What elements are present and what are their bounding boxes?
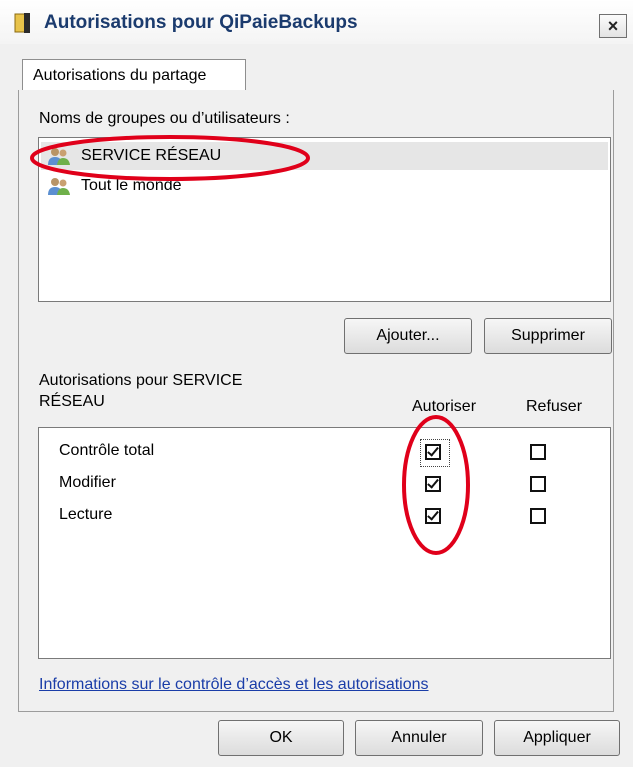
add-button[interactable]: Ajouter...: [344, 318, 472, 354]
list-item-label: Tout le monde: [81, 177, 182, 194]
permission-name: Contrôle total: [59, 442, 155, 459]
list-item-tout-le-monde[interactable]: Tout le monde: [41, 172, 608, 200]
users-listbox[interactable]: SERVICE RÉSEAU Tout le monde: [38, 137, 611, 302]
tab-label: Autorisations du partage: [33, 67, 207, 84]
users-label: Noms de groupes ou d’utilisateurs :: [39, 110, 290, 127]
title-bar[interactable]: Autorisations pour QiPaieBackups ×: [0, 0, 633, 44]
deny-checkbox[interactable]: [530, 444, 546, 460]
access-control-info-link[interactable]: Informations sur le contrôle d’accès et …: [39, 676, 429, 694]
permission-name: Lecture: [59, 506, 113, 523]
user-group-icon: [48, 178, 70, 195]
cancel-button[interactable]: Annuler: [355, 720, 483, 756]
permissions-label-line2: RÉSEAU: [39, 393, 105, 410]
remove-button[interactable]: Supprimer: [484, 318, 612, 354]
column-header-deny: Refuser: [526, 398, 583, 415]
permissions-list: Contrôle total Modifier Lecture: [38, 427, 611, 659]
user-group-icon: [48, 148, 70, 165]
allow-checkbox[interactable]: [425, 444, 441, 460]
list-item-label: SERVICE RÉSEAU: [81, 147, 222, 164]
allow-checkbox[interactable]: [425, 476, 441, 492]
list-item-service-reseau[interactable]: SERVICE RÉSEAU: [41, 142, 608, 170]
folder-share-icon: [14, 13, 30, 33]
deny-checkbox[interactable]: [530, 476, 546, 492]
allow-checkbox[interactable]: [425, 508, 441, 524]
deny-checkbox[interactable]: [530, 508, 546, 524]
column-header-allow: Autoriser: [412, 398, 477, 415]
permissions-label-line1: Autorisations pour SERVICE: [39, 372, 243, 389]
close-icon: ×: [607, 16, 619, 36]
tab-share-permissions[interactable]: Autorisations du partage: [22, 59, 246, 91]
ok-button[interactable]: OK: [218, 720, 344, 756]
permissions-dialog: Autorisations pour QiPaieBackups × Autor…: [0, 0, 633, 767]
permission-row-full-control: Contrôle total: [39, 438, 610, 468]
permission-name: Modifier: [59, 474, 116, 491]
permission-row-read: Lecture: [39, 502, 610, 532]
permission-row-modify: Modifier: [39, 470, 610, 500]
close-button[interactable]: ×: [599, 14, 627, 38]
window-title: Autorisations pour QiPaieBackups: [44, 12, 358, 33]
apply-button[interactable]: Appliquer: [494, 720, 620, 756]
